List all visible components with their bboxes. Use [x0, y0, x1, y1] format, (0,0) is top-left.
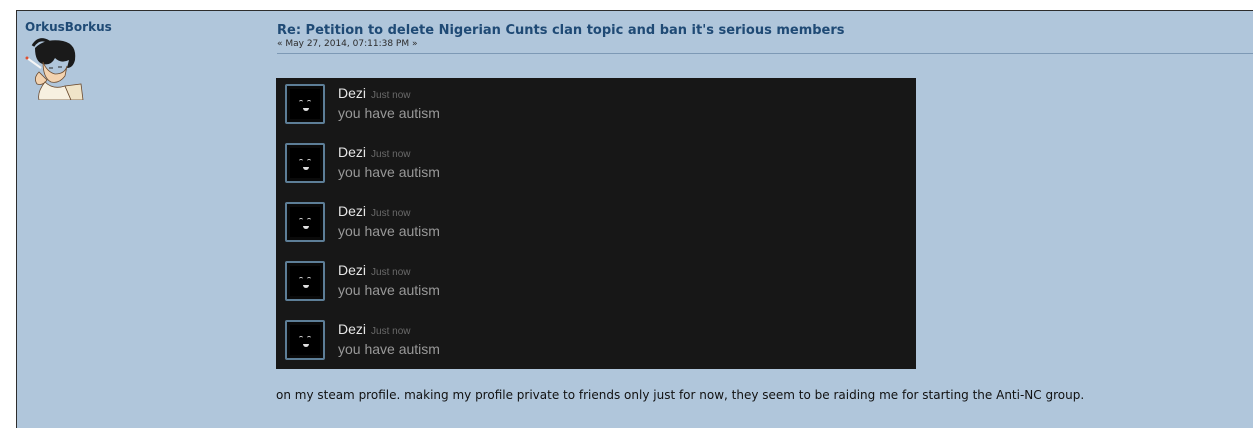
chat-text: you have autism: [338, 341, 440, 357]
chat-timestamp: Just now: [371, 267, 411, 278]
chat-avatar: [285, 84, 325, 124]
post-divider: [277, 53, 1253, 54]
chat-message: Dezi Just now you have autism: [285, 320, 885, 360]
chat-timestamp: Just now: [371, 208, 411, 219]
chat-avatar: [285, 320, 325, 360]
poster-info: OrkusBorkus: [25, 20, 112, 100]
poster-name-link[interactable]: OrkusBorkus: [25, 20, 112, 34]
post-message-text: on my steam profile. making my profile p…: [276, 388, 1085, 402]
post-subject-link[interactable]: Re: Petition to delete Nigerian Cunts cl…: [277, 23, 1253, 39]
post-body: Re: Petition to delete Nigerian Cunts cl…: [276, 23, 1253, 402]
poster-avatar[interactable]: [25, 38, 85, 100]
chat-avatar: [285, 202, 325, 242]
chat-avatar: [285, 143, 325, 183]
chat-text: you have autism: [338, 105, 440, 121]
chat-timestamp: Just now: [371, 149, 411, 160]
embedded-chat-screenshot: Dezi Just now you have autism Dezi Just no…: [276, 78, 916, 369]
chat-sender: Dezi Just now: [338, 321, 411, 337]
chat-timestamp: Just now: [371, 90, 411, 101]
chat-sender: Dezi Just now: [338, 262, 411, 278]
chat-sender: Dezi Just now: [338, 203, 411, 219]
chat-timestamp: Just now: [371, 326, 411, 337]
chat-message: Dezi Just now you have autism: [285, 202, 885, 242]
chat-text: you have autism: [338, 282, 440, 298]
forum-post: OrkusBorkus Re: Petition to delete Niger…: [16, 10, 1253, 428]
chat-message: Dezi Just now you have autism: [285, 143, 885, 183]
chat-avatar: [285, 261, 325, 301]
chat-message: Dezi Just now you have autism: [285, 261, 885, 301]
chat-sender: Dezi Just now: [338, 144, 411, 160]
post-date: « May 27, 2014, 07:11:38 PM »: [277, 39, 418, 49]
chat-text: you have autism: [338, 223, 440, 239]
chat-message: Dezi Just now you have autism: [285, 84, 885, 124]
chat-sender: Dezi Just now: [338, 85, 411, 101]
chat-text: you have autism: [338, 164, 440, 180]
